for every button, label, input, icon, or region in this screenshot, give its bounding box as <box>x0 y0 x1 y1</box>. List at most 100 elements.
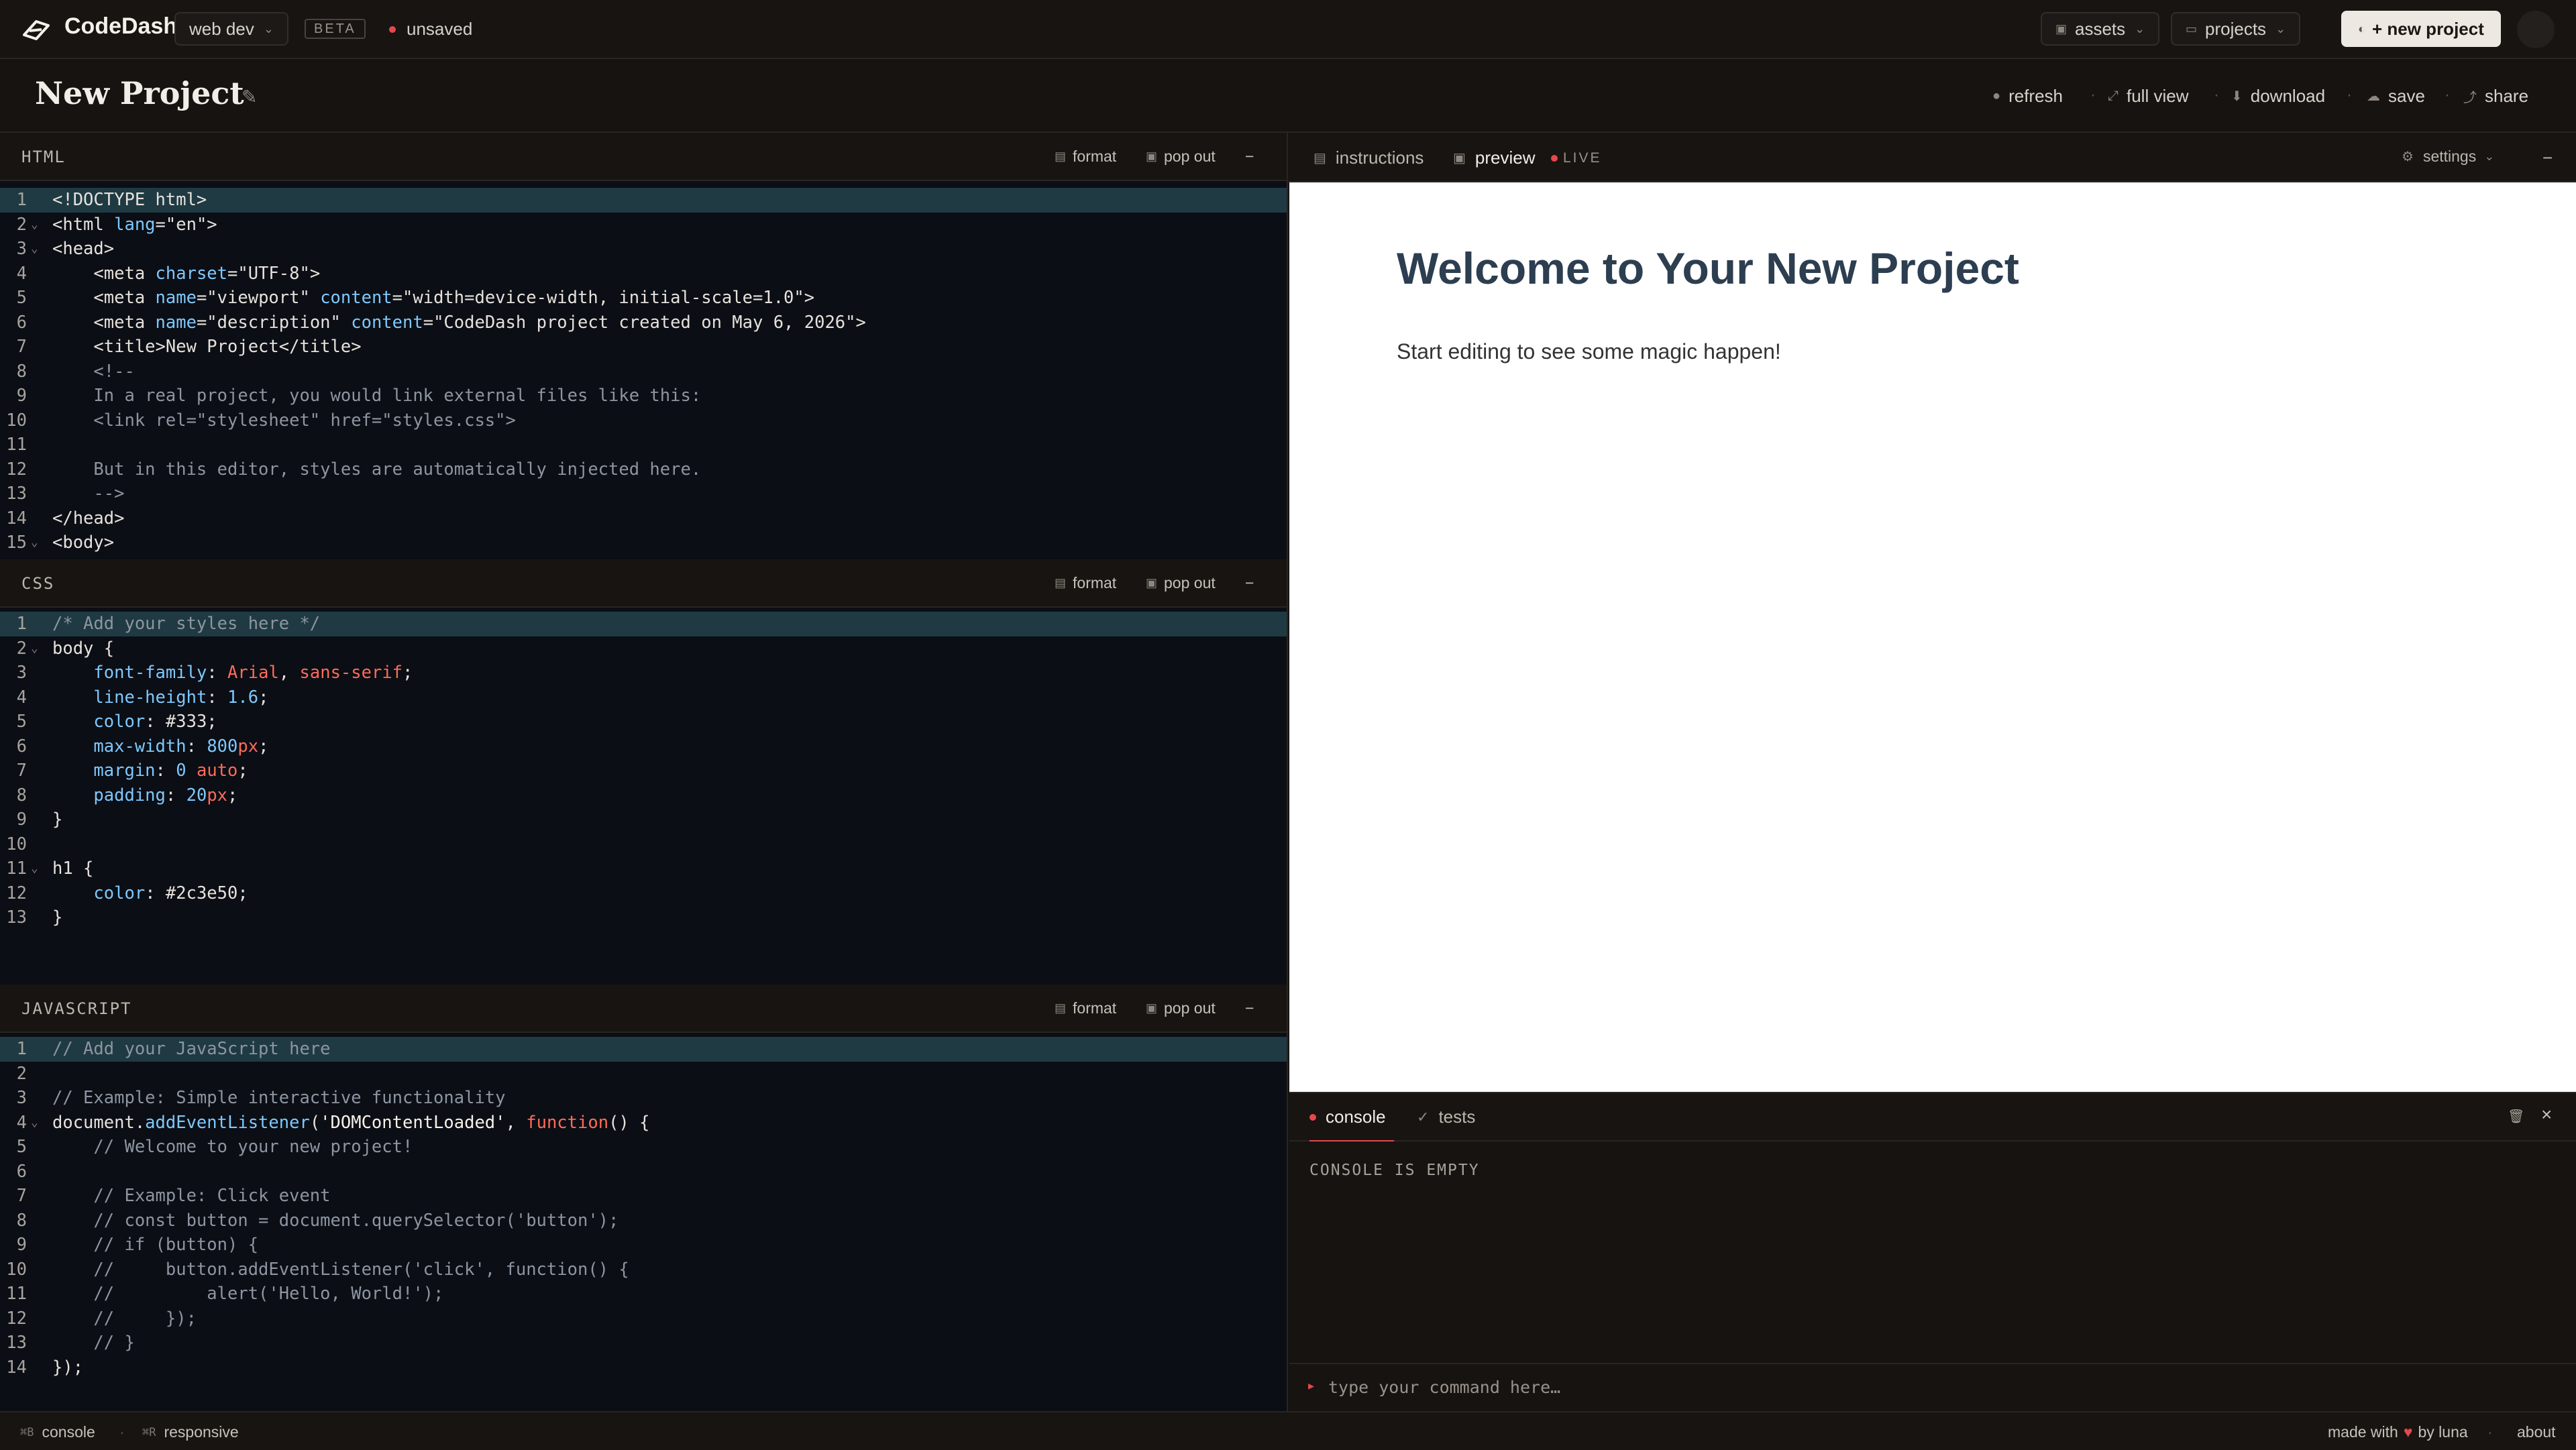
code-line[interactable]: 8 padding: 20px; <box>0 783 1287 808</box>
live-indicator: LIVE <box>1551 150 1602 166</box>
code-line[interactable]: 13} <box>0 905 1287 930</box>
code-line[interactable]: 10 // button.addEventListener('click', f… <box>0 1258 1287 1282</box>
code-line[interactable]: 1 // Add your JavaScript here <box>0 1037 1287 1062</box>
code-text: <meta charset="UTF-8"> <box>52 263 321 284</box>
tab-tests[interactable]: ✓ tests <box>1417 1107 1475 1127</box>
code-line[interactable]: 5 <meta name="viewport" content="width=d… <box>0 286 1287 311</box>
code-line[interactable]: 7 margin: 0 auto; <box>0 759 1287 783</box>
code-line[interactable]: 4 ⌄ document.addEventListener('DOMContentL… <box>0 1111 1287 1135</box>
code-line[interactable]: 7 <title>New Project</title> <box>0 335 1287 359</box>
fold-chevron-icon[interactable]: ⌄ <box>31 1111 38 1135</box>
code-line[interactable]: 2 ⌄ body { <box>0 636 1287 661</box>
line-number: 9 <box>16 810 27 830</box>
command-input[interactable]: type your command here… <box>1328 1378 1560 1397</box>
fold-chevron-icon[interactable]: ⌄ <box>31 237 38 262</box>
code-line[interactable]: 9} <box>0 807 1287 832</box>
code-line[interactable]: 13 --> <box>0 482 1287 506</box>
code-text: <meta name="viewport" content="width=dev… <box>52 288 815 308</box>
code-line[interactable]: 1 <!DOCTYPE html> <box>0 188 1287 213</box>
code-line[interactable]: 6 <box>0 1160 1287 1184</box>
tab-preview[interactable]: ▣ preview <box>1453 148 1536 168</box>
credits[interactable]: made with ♥ by luna <box>2328 1423 2468 1441</box>
code-line[interactable]: 4 <meta charset="UTF-8"> <box>0 262 1287 286</box>
pop-out-button[interactable]: ▣ pop out <box>1146 148 1216 166</box>
console-command-line[interactable]: ▸ type your command here… <box>1289 1363 2576 1412</box>
html-editor[interactable]: 1 <!DOCTYPE html> 2 ⌄ <html lang="en"> 3 ⌄ <hea… <box>0 181 1287 559</box>
pop-out-button[interactable]: ▣ pop out <box>1146 999 1216 1017</box>
code-line[interactable]: 3 font-family: Arial, sans-serif; <box>0 661 1287 685</box>
code-line[interactable]: 12 color: #2c3e50; <box>0 881 1287 906</box>
format-button[interactable]: ▤ format <box>1055 999 1116 1017</box>
code-line[interactable]: 1 /* Add your styles here */ <box>0 612 1287 636</box>
code-line[interactable]: 11 <box>0 433 1287 457</box>
code-line[interactable]: 8 <!-- <box>0 359 1287 384</box>
code-text: // if (button) { <box>52 1235 259 1255</box>
tab-instructions[interactable]: ▤ instructions <box>1313 148 1424 168</box>
fold-chevron-icon[interactable]: ⌄ <box>31 531 38 555</box>
trash-icon[interactable]: 🗑 <box>2508 1108 2524 1125</box>
code-line[interactable]: 6 <meta name="description" content="Code… <box>0 311 1287 335</box>
refresh-button[interactable]: ● refresh <box>1992 86 2063 107</box>
tab-console[interactable]: console <box>1309 1107 1386 1127</box>
close-icon[interactable]: × <box>2541 1104 2552 1125</box>
fold-chevron-icon[interactable]: ⌄ <box>31 213 38 237</box>
code-line[interactable]: 12 // }); <box>0 1306 1287 1331</box>
avatar[interactable] <box>2517 11 2555 48</box>
code-line[interactable]: 10 <box>0 832 1287 857</box>
pop-out-label: pop out <box>1164 148 1216 165</box>
code-line[interactable]: 2 ⌄ <html lang="en"> <box>0 213 1287 237</box>
code-line[interactable]: 14 </head> <box>0 506 1287 531</box>
page-title[interactable]: New Project <box>35 75 244 111</box>
code-line[interactable]: 2 <box>0 1062 1287 1086</box>
format-button[interactable]: ▤ format <box>1055 148 1116 166</box>
code-line[interactable]: 13 // } <box>0 1331 1287 1355</box>
line-number: 10 <box>6 1259 27 1280</box>
css-editor[interactable]: 1/* Add your styles here */2 ⌄ body {3 fon… <box>0 608 1287 985</box>
about-link[interactable]: about <box>2517 1423 2556 1441</box>
format-button[interactable]: ▤ format <box>1055 574 1116 592</box>
code-line[interactable]: 5 // Welcome to your new project! <box>0 1135 1287 1160</box>
fold-chevron-icon[interactable]: ⌄ <box>31 856 38 881</box>
code-line[interactable]: 14}); <box>0 1355 1287 1380</box>
pop-out-button[interactable]: ▣ pop out <box>1146 574 1216 592</box>
responsive-toggle[interactable]: ⌘R responsive <box>142 1423 239 1441</box>
code-line[interactable]: 15 ⌄ <body> <box>0 531 1287 555</box>
code-line[interactable]: 4 line-height: 1.6; <box>0 685 1287 710</box>
download-icon: ⬇ <box>2231 89 2243 104</box>
preview-frame[interactable]: Welcome to Your New Project Start editin… <box>1289 182 2576 1092</box>
js-editor[interactable]: 1 // Add your JavaScript here 2 3 // Example… <box>0 1033 1287 1411</box>
code-line[interactable]: 5 color: #333; <box>0 710 1287 734</box>
full-view-button[interactable]: ⤢ full view <box>2108 86 2188 107</box>
minimize-button[interactable]: − <box>1245 999 1254 1017</box>
download-button[interactable]: ⬇ download <box>2231 86 2325 107</box>
projects-dropdown[interactable]: ▭ projects ⌄ <box>2171 12 2301 46</box>
assets-dropdown[interactable]: ▣ assets ⌄ <box>2041 12 2160 46</box>
settings-dropdown[interactable]: ⚙ settings ⌄ <box>2402 148 2494 166</box>
app-brand[interactable]: CodeDash <box>64 13 177 40</box>
pencil-icon[interactable]: ✎ <box>241 86 257 108</box>
code-line[interactable]: 10 <link rel="stylesheet" href="styles.c… <box>0 408 1287 433</box>
minimize-button[interactable]: − <box>1245 148 1254 166</box>
new-project-button[interactable]: ◐ + new project <box>2341 11 2501 47</box>
code-line[interactable]: 9 In a real project, you would link exte… <box>0 384 1287 408</box>
code-line[interactable]: 3 ⌄ <head> <box>0 237 1287 262</box>
fold-chevron-icon[interactable]: ⌄ <box>31 636 38 661</box>
code-line[interactable]: 3 // Example: Simple interactive function… <box>0 1086 1287 1111</box>
save-button[interactable]: ☁ save <box>2367 86 2425 107</box>
code-line[interactable]: 11 // alert('Hello, World!'); <box>0 1282 1287 1306</box>
save-icon: ☁ <box>2367 89 2380 104</box>
code-line[interactable]: 8 // const button = document.querySelect… <box>0 1209 1287 1233</box>
code-line[interactable]: 12 But in this editor, styles are automa… <box>0 457 1287 482</box>
code-line[interactable]: 6 max-width: 800px; <box>0 734 1287 759</box>
pop-out-label: pop out <box>1164 574 1216 592</box>
minimize-button[interactable]: − <box>1245 574 1254 592</box>
minimize-button[interactable]: − <box>2542 148 2553 168</box>
code-line[interactable]: 7 // Example: Click event <box>0 1184 1287 1209</box>
console-toggle[interactable]: ⌘B console <box>20 1423 95 1441</box>
code-line[interactable]: 9 // if (button) { <box>0 1233 1287 1258</box>
pane-divider[interactable] <box>1287 133 1288 1411</box>
share-button[interactable]: ⤴ share <box>2463 86 2528 107</box>
code-line[interactable]: 11 ⌄ h1 { <box>0 856 1287 881</box>
workspace-dropdown[interactable]: web dev ⌄ <box>174 12 288 46</box>
line-number: 9 <box>16 1235 27 1255</box>
